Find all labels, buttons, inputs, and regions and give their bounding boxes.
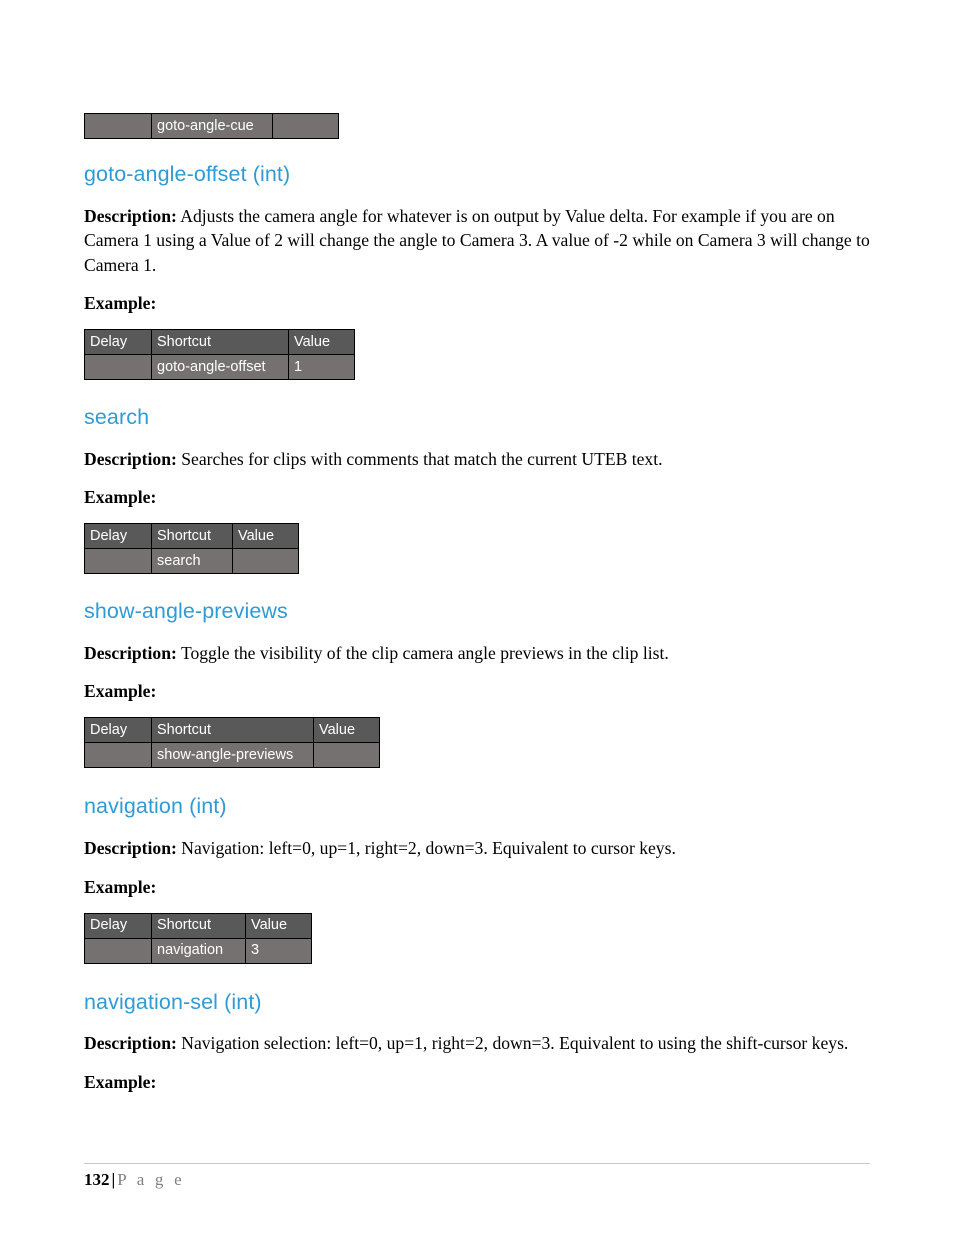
cell-value: 3 (245, 937, 312, 964)
description-text: Toggle the visibility of the clip camera… (180, 642, 669, 663)
description-text: Searches for clips with comments that ma… (181, 448, 663, 469)
shortcut-table-show-angle-previews: Delay Shortcut Value show-angle-previews (84, 717, 380, 769)
footer-divider (84, 1163, 870, 1164)
cell-delay (84, 354, 152, 381)
cell-value (313, 742, 380, 769)
page-title-show-angle-previews: show-angle-previews (84, 599, 288, 624)
cell-delay (84, 742, 152, 769)
header-value: Value (245, 912, 312, 939)
description-text: Adjusts the camera angle for whatever is… (84, 205, 870, 275)
cell-shortcut: goto-angle-cue (151, 113, 273, 139)
table-header-row: Delay Shortcut Value (84, 912, 312, 939)
description-text: Navigation: left=0, up=1, right=2, down=… (181, 838, 676, 859)
header-value: Value (232, 523, 299, 550)
example-label-navigation: Example: (84, 876, 157, 897)
cell-delay (84, 113, 152, 139)
table-header-row: Delay Shortcut Value (84, 523, 299, 550)
cell-value (232, 548, 299, 575)
cell-shortcut: show-angle-previews (151, 742, 314, 769)
header-delay: Delay (84, 329, 152, 356)
description-search: Description: Searches for clips with com… (84, 447, 870, 472)
cell-delay (84, 548, 152, 575)
table-row: goto-angle-offset 1 (84, 354, 355, 381)
document-page: goto-angle-cue goto-angle-offset (int) D… (0, 0, 954, 1235)
cell-value: 1 (288, 354, 355, 381)
page-title-navigation-sel: navigation-sel (int) (84, 989, 262, 1014)
cell-shortcut: navigation (151, 937, 246, 964)
header-delay: Delay (84, 523, 152, 550)
example-label-navigation-sel: Example: (84, 1071, 157, 1092)
header-delay: Delay (84, 912, 152, 939)
page-title-navigation: navigation (int) (84, 794, 227, 819)
footer-content: 132 | P a g e (84, 1170, 870, 1190)
table-row: goto-angle-cue (84, 113, 339, 139)
page-title-goto-angle-offset: goto-angle-offset (int) (84, 162, 291, 186)
footer-page-label: P a g e (117, 1170, 185, 1189)
description-label: Description: (84, 838, 177, 859)
description-text: Navigation selection: left=0, up=1, righ… (181, 1033, 849, 1054)
description-navigation-sel: Description: Navigation selection: left=… (84, 1031, 870, 1056)
page-number: 132 (84, 1170, 110, 1189)
header-shortcut: Shortcut (151, 717, 314, 744)
shortcut-table-navigation: Delay Shortcut Value navigation 3 (84, 912, 312, 964)
header-value: Value (288, 329, 355, 356)
shortcut-table-search: Delay Shortcut Value search (84, 523, 299, 575)
header-shortcut: Shortcut (151, 523, 233, 550)
page-title-search: search (84, 405, 150, 430)
header-delay: Delay (84, 717, 152, 744)
header-shortcut: Shortcut (151, 912, 246, 939)
header-shortcut: Shortcut (151, 329, 289, 356)
description-goto-angle-offset: Description: Adjusts the camera angle fo… (84, 204, 870, 278)
table-row: navigation 3 (84, 937, 312, 964)
header-value: Value (313, 717, 380, 744)
table-header-row: Delay Shortcut Value (84, 329, 355, 356)
table-row: show-angle-previews (84, 742, 380, 769)
table-header-row: Delay Shortcut Value (84, 717, 380, 744)
description-show-angle-previews: Description: Toggle the visibility of th… (84, 641, 870, 666)
cell-shortcut: search (151, 548, 233, 575)
description-label: Description: (84, 1033, 177, 1054)
shortcut-table-continued: goto-angle-cue (84, 113, 339, 139)
cell-value (272, 113, 339, 139)
page-content: goto-angle-cue goto-angle-offset (int) D… (84, 0, 870, 1094)
cell-delay (84, 937, 152, 964)
page-footer: 132 | P a g e (84, 1163, 870, 1190)
example-label-show-angle-previews: Example: (84, 681, 157, 702)
description-navigation: Description: Navigation: left=0, up=1, r… (84, 836, 870, 861)
description-label: Description: (84, 205, 177, 226)
example-label-search: Example: (84, 487, 157, 508)
top-spacer (84, 0, 870, 113)
description-label: Description: (84, 642, 177, 663)
description-label: Description: (84, 448, 177, 469)
table-row: search (84, 548, 299, 575)
example-label-goto-angle-offset: Example: (84, 293, 157, 314)
cell-shortcut: goto-angle-offset (151, 354, 289, 381)
shortcut-table-goto-angle-offset: Delay Shortcut Value goto-angle-offset 1 (84, 329, 355, 381)
